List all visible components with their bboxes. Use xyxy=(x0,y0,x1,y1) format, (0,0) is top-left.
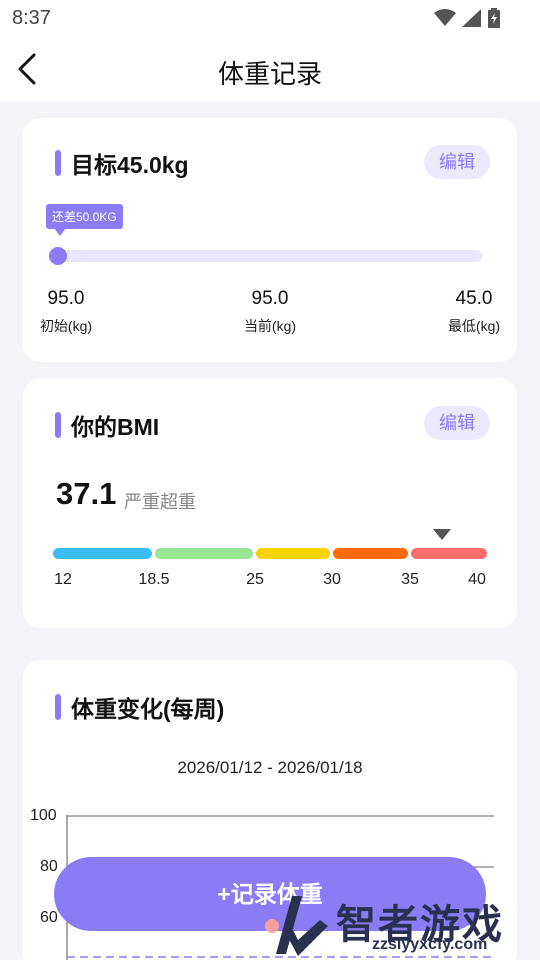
bmi-tick: 12 xyxy=(54,571,72,588)
bmi-tick: 18.5 xyxy=(138,571,170,588)
bmi-segment-obese xyxy=(333,548,408,559)
bmi-tick: 40 xyxy=(468,571,486,588)
bmi-segment-underweight xyxy=(53,548,152,559)
bmi-value: 37.1 xyxy=(56,476,117,511)
goal-progress-thumb xyxy=(49,247,67,265)
stat-current: 95.0 当前(kg) xyxy=(235,288,305,336)
title-accent-bar xyxy=(55,412,61,438)
stat-current-value: 95.0 xyxy=(251,288,289,309)
status-bar: 8:37 xyxy=(0,0,540,36)
watermark-url: zzsiyyxcfy.com xyxy=(372,936,488,953)
bmi-title-text: 你的BMI xyxy=(71,414,160,440)
tooltip-arrow xyxy=(54,228,66,236)
bmi-tick: 35 xyxy=(401,571,419,588)
bmi-edit-button[interactable]: 编辑 xyxy=(424,406,490,440)
bmi-segment-severe xyxy=(411,548,487,559)
goal-title: 目标45.0kg xyxy=(55,146,189,180)
bmi-card: 你的BMI 编辑 37.1 严重超重 12 18.5 25 30 35 40 xyxy=(23,378,517,628)
bmi-status: 严重超重 xyxy=(124,492,196,512)
goal-edit-button[interactable]: 编辑 xyxy=(424,145,490,179)
stat-lowest-label: 最低(kg) xyxy=(447,318,501,334)
title-accent-bar xyxy=(55,150,61,176)
signal-icon xyxy=(462,9,481,27)
stat-initial-value: 95.0 xyxy=(47,288,85,309)
bmi-segment-overweight xyxy=(256,548,330,559)
stat-initial-label: 初始(kg) xyxy=(39,318,93,334)
page-title: 体重记录 xyxy=(217,59,322,89)
stat-initial: 95.0 初始(kg) xyxy=(35,288,97,336)
stat-lowest-value: 45.0 xyxy=(455,288,493,309)
goal-progress-track xyxy=(50,250,482,262)
bmi-title: 你的BMI xyxy=(55,408,159,442)
app-header: 体重记录 xyxy=(0,36,540,102)
battery-icon xyxy=(488,8,500,28)
bmi-tick: 25 xyxy=(246,571,264,588)
stat-current-label: 当前(kg) xyxy=(243,318,297,334)
remaining-tooltip: 还差50.0KG xyxy=(46,204,123,229)
status-icons xyxy=(434,8,500,28)
goal-title-text: 目标45.0kg xyxy=(71,152,189,178)
bmi-tick: 30 xyxy=(323,571,341,588)
bmi-marker-icon xyxy=(433,529,451,540)
status-time: 8:37 xyxy=(12,7,51,29)
watermark: 智者游戏网 zzsiyyxcfy.com xyxy=(262,890,540,960)
wifi-icon xyxy=(434,9,456,26)
goal-card: 目标45.0kg 编辑 还差50.0KG 95.0 初始(kg) 95.0 当前… xyxy=(23,118,517,362)
watermark-logo-icon xyxy=(265,896,328,956)
bmi-segment-normal xyxy=(155,548,253,559)
stat-lowest: 45.0 最低(kg) xyxy=(441,288,507,336)
